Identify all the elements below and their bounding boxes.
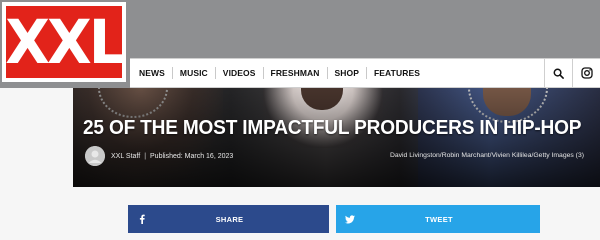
- instagram-button[interactable]: [572, 59, 600, 87]
- instagram-icon: [580, 67, 593, 79]
- nav-link-news[interactable]: NEWS: [139, 67, 172, 79]
- nav-icons: [544, 59, 600, 87]
- left-rail: [0, 88, 73, 240]
- hero-image[interactable]: 25 OF THE MOST IMPACTFUL PRODUCERS IN HI…: [73, 88, 600, 187]
- page: XXL NEWS MUSIC VIDEOS FRESHMAN SHOP FEAT…: [0, 0, 600, 240]
- photo-credit: David Livingston/Robin Marchant/Vivien K…: [389, 152, 584, 159]
- logo-mark: XXL: [5, 6, 126, 78]
- facebook-icon: [136, 214, 148, 224]
- nav-link-freshman[interactable]: FRESHMAN: [262, 67, 327, 79]
- search-icon: [553, 68, 564, 79]
- nav-link-shop[interactable]: SHOP: [326, 67, 367, 79]
- site-logo[interactable]: XXL: [2, 2, 126, 82]
- search-button[interactable]: [544, 59, 572, 87]
- publish-date: Published: March 16, 2023: [150, 152, 234, 160]
- site-header: XXL NEWS MUSIC VIDEOS FRESHMAN SHOP FEAT…: [0, 0, 600, 88]
- nav-link-music[interactable]: MUSIC: [171, 67, 215, 79]
- logo-text: XXL: [5, 6, 125, 78]
- main-nav: NEWS MUSIC VIDEOS FRESHMAN SHOP FEATURES: [130, 58, 600, 88]
- author-name[interactable]: XXL Staff: [111, 153, 140, 160]
- byline-divider: |: [144, 152, 147, 160]
- share-label: SHARE: [215, 214, 244, 224]
- avatar-placeholder-icon: [85, 146, 105, 166]
- twitter-icon: [344, 214, 356, 224]
- facebook-share-button[interactable]: SHARE: [128, 205, 329, 233]
- nav-link-videos[interactable]: VIDEOS: [214, 67, 263, 79]
- nav-link-features[interactable]: FEATURES: [366, 67, 427, 79]
- nav-links: NEWS MUSIC VIDEOS FRESHMAN SHOP FEATURES: [130, 59, 544, 87]
- article-title: 25 OF THE MOST IMPACTFUL PRODUCERS IN HI…: [83, 116, 582, 139]
- tweet-label: TWEET: [425, 214, 453, 224]
- author-avatar[interactable]: [85, 146, 105, 166]
- twitter-share-button[interactable]: TWEET: [336, 205, 540, 233]
- byline: XXL Staff | Published: March 16, 2023: [85, 146, 233, 166]
